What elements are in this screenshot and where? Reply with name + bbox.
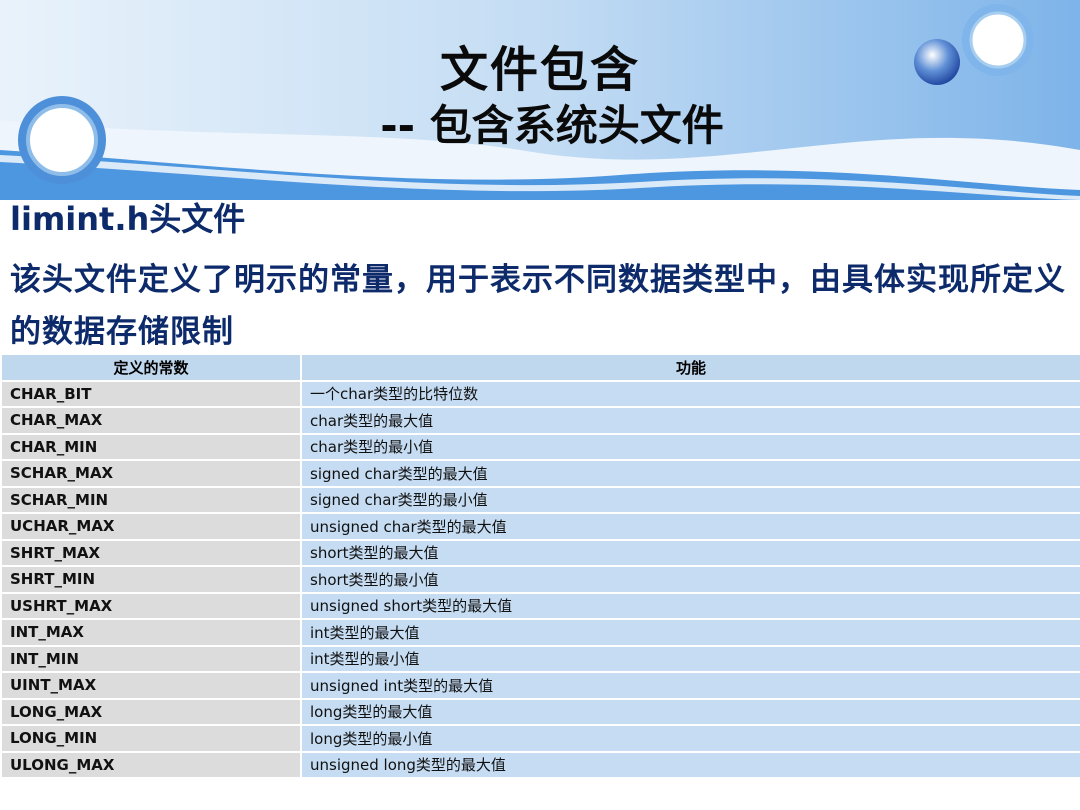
- function-cell: int类型的最小值: [300, 644, 1080, 673]
- table-header-row: 定义的常数 功能: [0, 353, 1080, 382]
- constant-cell: CHAR_BIT: [0, 379, 302, 408]
- constant-cell: ULONG_MAX: [0, 750, 302, 779]
- function-cell: long类型的最大值: [300, 697, 1080, 726]
- section-heading: limint.h头文件: [10, 200, 246, 238]
- column-header-function: 功能: [300, 353, 1080, 382]
- table-body: CHAR_BIT 一个char类型的比特位数 CHAR_MAX char类型的最大值 C…: [0, 379, 1080, 779]
- table-row: CHAR_MAX char类型的最大值: [0, 406, 1080, 435]
- constant-cell: CHAR_MAX: [0, 406, 302, 435]
- slide-title: 文件包含: [439, 42, 640, 98]
- table-row: LONG_MIN long类型的最小值: [0, 724, 1080, 753]
- table-row: CHAR_BIT 一个char类型的比特位数: [0, 379, 1080, 408]
- column-header-constant: 定义的常数: [0, 353, 302, 382]
- constant-cell: USHRT_MAX: [0, 591, 302, 620]
- function-cell: unsigned char类型的最大值: [300, 512, 1080, 541]
- constant-cell: INT_MIN: [0, 644, 302, 673]
- table-row: SCHAR_MIN signed char类型的最小值: [0, 485, 1080, 514]
- constant-cell: SCHAR_MAX: [0, 459, 302, 488]
- table-row: SHRT_MIN short类型的最小值: [0, 565, 1080, 594]
- function-cell: signed char类型的最小值: [300, 485, 1080, 514]
- table-row: ULONG_MAX unsigned long类型的最大值: [0, 750, 1080, 779]
- constant-cell: SCHAR_MIN: [0, 485, 302, 514]
- constant-cell: SHRT_MIN: [0, 565, 302, 594]
- table-row: USHRT_MAX unsigned short类型的最大值: [0, 591, 1080, 620]
- table-row: SHRT_MAX short类型的最大值: [0, 538, 1080, 567]
- table-row: CHAR_MIN char类型的最小值: [0, 432, 1080, 461]
- section-description: 该头文件定义了明示的常量，用于表示不同数据类型中，由具体实现所定义的数据存储限制: [10, 262, 1066, 350]
- function-cell: signed char类型的最大值: [300, 459, 1080, 488]
- function-cell: unsigned short类型的最大值: [300, 591, 1080, 620]
- function-cell: unsigned long类型的最大值: [300, 750, 1080, 779]
- function-cell: long类型的最小值: [300, 724, 1080, 753]
- slide-subtitle: -- 包含系统头文件: [380, 101, 724, 150]
- constant-cell: CHAR_MIN: [0, 432, 302, 461]
- function-cell: char类型的最大值: [300, 406, 1080, 435]
- constant-cell: LONG_MAX: [0, 697, 302, 726]
- constant-cell: LONG_MIN: [0, 724, 302, 753]
- function-cell: short类型的最小值: [300, 565, 1080, 594]
- table-row: LONG_MAX long类型的最大值: [0, 697, 1080, 726]
- function-cell: 一个char类型的比特位数: [300, 379, 1080, 408]
- function-cell: char类型的最小值: [300, 432, 1080, 461]
- table-row: UINT_MAX unsigned int类型的最大值: [0, 671, 1080, 700]
- constant-cell: INT_MAX: [0, 618, 302, 647]
- function-cell: int类型的最大值: [300, 618, 1080, 647]
- constant-cell: UCHAR_MAX: [0, 512, 302, 541]
- table-row: INT_MIN int类型的最小值: [0, 644, 1080, 673]
- constant-cell: SHRT_MAX: [0, 538, 302, 567]
- function-cell: unsigned int类型的最大值: [300, 671, 1080, 700]
- table-row: UCHAR_MAX unsigned char类型的最大值: [0, 512, 1080, 541]
- constants-table: 定义的常数 功能 CHAR_BIT 一个char类型的比特位数 CHAR_MAX ch…: [0, 353, 1080, 779]
- function-cell: short类型的最大值: [300, 538, 1080, 567]
- constant-cell: UINT_MAX: [0, 671, 302, 700]
- table-row: SCHAR_MAX signed char类型的最大值: [0, 459, 1080, 488]
- table-row: INT_MAX int类型的最大值: [0, 618, 1080, 647]
